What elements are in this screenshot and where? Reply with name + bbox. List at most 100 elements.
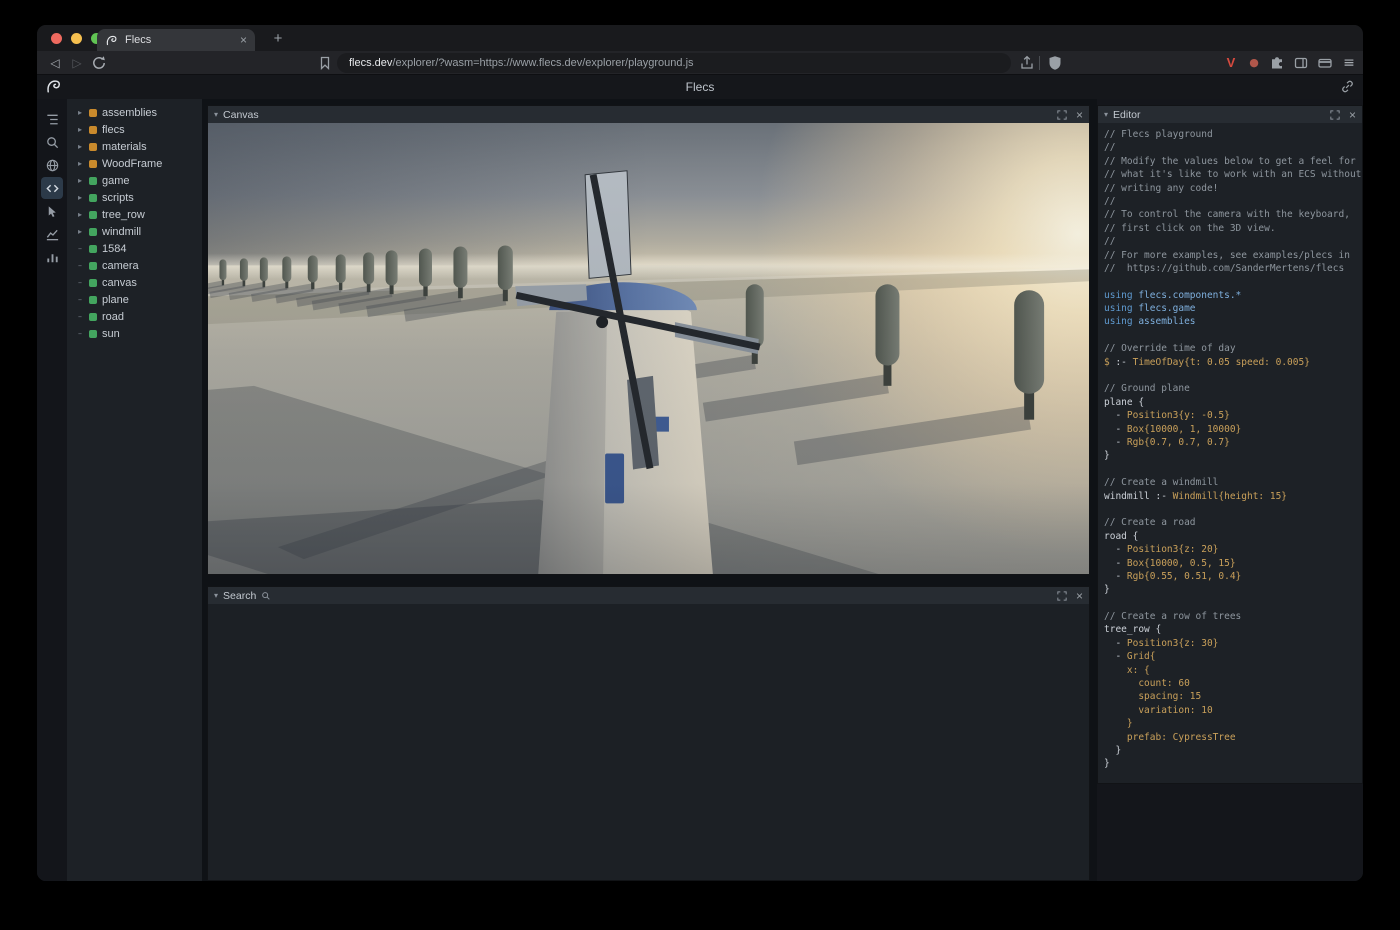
editor-panel-header[interactable]: ▾ Editor × xyxy=(1098,106,1362,123)
collapse-chevron-icon[interactable]: ▾ xyxy=(214,110,218,119)
entity-color-square xyxy=(89,228,97,236)
module-color-square xyxy=(89,143,97,151)
back-button[interactable]: ◁ xyxy=(45,51,65,75)
code-line: using assemblies xyxy=(1104,315,1360,328)
collapse-chevron-icon[interactable]: ▾ xyxy=(1104,110,1108,119)
expand-chevron-icon[interactable]: ▸ xyxy=(76,193,84,202)
code-line: - Box{10000, 1, 10000} xyxy=(1104,423,1360,436)
close-panel-icon[interactable]: × xyxy=(1349,109,1356,121)
inspect-button[interactable] xyxy=(41,200,63,222)
code-line: // xyxy=(1104,141,1360,154)
close-panel-icon[interactable]: × xyxy=(1076,590,1083,602)
reload-button[interactable] xyxy=(91,55,107,71)
tree-item-sun[interactable]: –sun xyxy=(67,325,202,342)
share-link-icon[interactable] xyxy=(1340,79,1355,94)
code-token: variation: 10 xyxy=(1104,705,1213,716)
tree-item-flecs[interactable]: ▸flecs xyxy=(67,121,202,138)
expand-chevron-icon[interactable]: ▸ xyxy=(76,159,84,168)
expand-chevron-icon[interactable]: ▸ xyxy=(76,125,84,134)
extensions-puzzle-icon[interactable] xyxy=(1269,55,1285,71)
wallet-card-icon[interactable] xyxy=(1317,55,1333,71)
code-line: windmill :- Windmill{height: 15} xyxy=(1104,490,1360,503)
expand-panel-button[interactable] xyxy=(1057,591,1067,601)
tree-item-tree_row[interactable]: ▸tree_row xyxy=(67,206,202,223)
globe-icon xyxy=(45,158,60,173)
code-token: - xyxy=(1104,558,1127,569)
code-line: // Ground plane xyxy=(1104,382,1360,395)
code-token: // For more examples, see examples/plecs… xyxy=(1104,250,1350,261)
close-panel-icon[interactable]: × xyxy=(1076,109,1083,121)
tree-item-label: game xyxy=(102,175,130,187)
side-panel-icon[interactable] xyxy=(1293,55,1309,71)
code-line: - Box{10000, 0.5, 15} xyxy=(1104,557,1360,570)
forward-button[interactable]: ▷ xyxy=(67,51,87,75)
code-line: // Create a windmill xyxy=(1104,476,1360,489)
canvas-3d-view[interactable] xyxy=(208,123,1089,574)
flecs-favicon-icon xyxy=(105,34,118,47)
tree-item-WoodFrame[interactable]: ▸WoodFrame xyxy=(67,155,202,172)
search-results-area[interactable] xyxy=(208,604,1089,880)
tree-item-scripts[interactable]: ▸scripts xyxy=(67,189,202,206)
vivaldi-extension-icon[interactable]: V xyxy=(1223,51,1239,75)
search-panel-header[interactable]: ▾ Search × xyxy=(208,587,1089,604)
code-line: count: 60 xyxy=(1104,677,1360,690)
share-icon[interactable] xyxy=(1019,55,1035,71)
expand-chevron-icon[interactable]: ▸ xyxy=(76,227,84,236)
tree-item-1584[interactable]: –1584 xyxy=(67,240,202,257)
canvas-panel-header[interactable]: ▾ Canvas × xyxy=(208,106,1089,123)
expand-chevron-icon[interactable]: ▸ xyxy=(76,176,84,185)
expand-panel-button[interactable] xyxy=(1330,110,1340,120)
browser-tab-bar: Flecs × + xyxy=(37,25,1363,51)
editor-panel: ▾ Editor × // Flecs playground//// Modif… xyxy=(1097,105,1363,784)
tree-item-windmill[interactable]: ▸ windmill xyxy=(67,223,202,240)
extension-dot-icon[interactable]: ● xyxy=(1246,51,1262,75)
tree-item-road[interactable]: –road xyxy=(67,308,202,325)
tree-view-button[interactable] xyxy=(41,108,63,130)
address-bar[interactable]: flecs.dev/explorer/?wasm=https://www.fle… xyxy=(337,53,1011,73)
module-color-square xyxy=(89,109,97,117)
browser-tab[interactable]: Flecs × xyxy=(97,29,255,51)
code-icon xyxy=(45,181,60,196)
tree-item-label: assemblies xyxy=(102,107,157,119)
tree-item-materials[interactable]: ▸materials xyxy=(67,138,202,155)
tree-item-camera[interactable]: –camera xyxy=(67,257,202,274)
expand-chevron-icon[interactable]: ▸ xyxy=(76,210,84,219)
collapse-chevron-icon[interactable]: ▾ xyxy=(214,591,218,600)
world-view-button[interactable] xyxy=(41,154,63,176)
new-tab-button[interactable]: + xyxy=(267,28,289,50)
window-minimize-button[interactable] xyxy=(71,33,82,44)
menu-icon[interactable]: ≡ xyxy=(1340,51,1358,75)
tree-item-game[interactable]: ▸ game xyxy=(67,172,202,189)
code-line: // xyxy=(1104,235,1360,248)
code-token: // Create a road xyxy=(1104,517,1196,528)
code-line: x: { xyxy=(1104,664,1360,677)
bookmark-icon[interactable] xyxy=(317,55,333,71)
entity-color-square xyxy=(89,194,97,202)
editor-code[interactable]: // Flecs playground//// Modify the value… xyxy=(1098,123,1362,783)
tab-close-icon[interactable]: × xyxy=(240,34,247,46)
tree-item-plane[interactable]: –plane xyxy=(67,291,202,308)
expand-chevron-icon[interactable]: ▸ xyxy=(76,142,84,151)
shield-icon[interactable] xyxy=(1047,55,1063,71)
expand-chevron-icon[interactable]: ▸ xyxy=(76,108,84,117)
tree-item-assemblies[interactable]: ▸ assemblies xyxy=(67,104,202,121)
entity-color-square xyxy=(89,211,97,219)
code-token: flecs.game xyxy=(1138,303,1195,314)
code-token: road { xyxy=(1104,531,1138,542)
code-token: // Create a windmill xyxy=(1104,477,1218,488)
window-close-button[interactable] xyxy=(51,33,62,44)
tree-item-label: windmill xyxy=(102,226,141,238)
tree-item-canvas[interactable]: –canvas xyxy=(67,274,202,291)
metrics-button[interactable] xyxy=(41,223,63,245)
fullscreen-icon xyxy=(1330,110,1340,120)
code-token: :- xyxy=(1110,357,1133,368)
code-token: } xyxy=(1104,584,1110,595)
code-line: // Create a road xyxy=(1104,516,1360,529)
expand-panel-button[interactable] xyxy=(1057,110,1067,120)
script-editor-button[interactable] xyxy=(41,177,63,199)
query-search-button[interactable] xyxy=(41,131,63,153)
statistics-button[interactable] xyxy=(41,246,63,268)
code-line: prefab: CypressTree xyxy=(1104,731,1360,744)
code-token: - xyxy=(1104,638,1127,649)
search-panel: ▾ Search × xyxy=(207,586,1090,881)
